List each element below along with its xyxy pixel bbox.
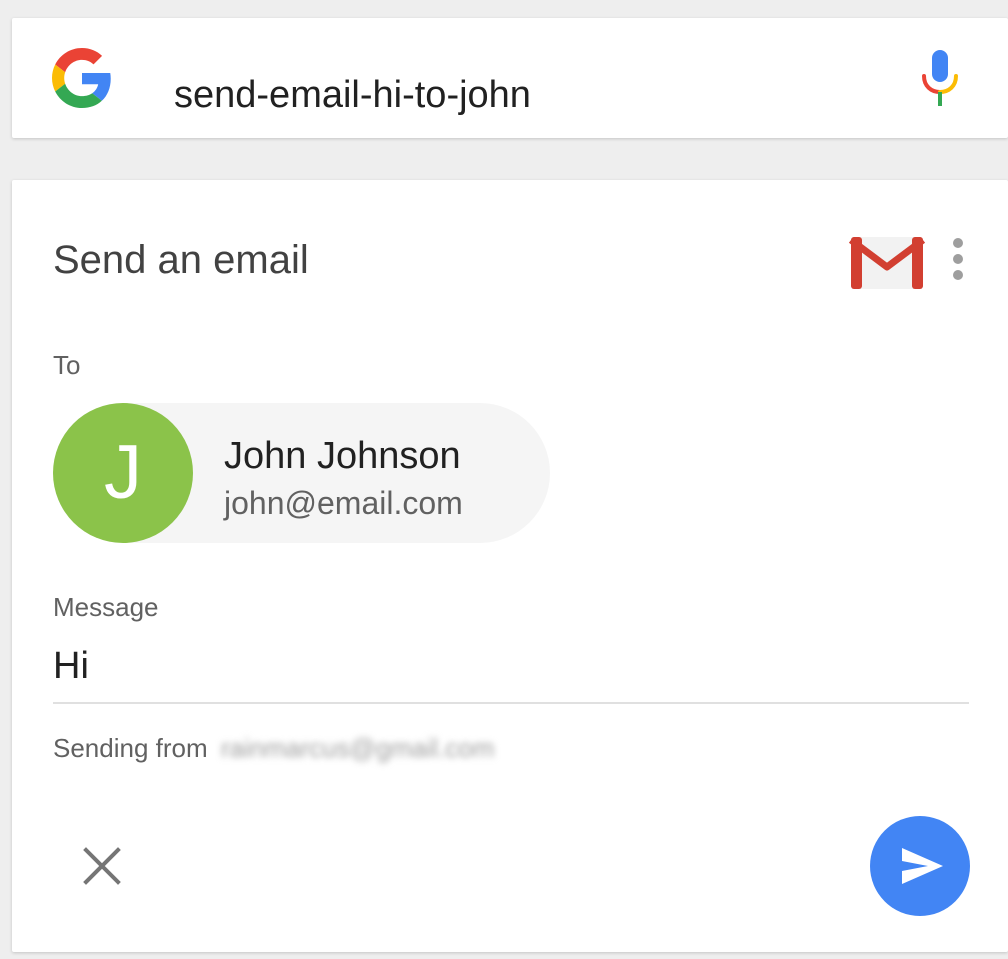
send-email-card: Send an email To J John Johnson john@ema… bbox=[12, 180, 1008, 952]
to-label: To bbox=[53, 350, 81, 380]
microphone-button[interactable] bbox=[918, 50, 962, 110]
microphone-icon bbox=[922, 50, 958, 106]
gmail-icon bbox=[848, 237, 926, 289]
cancel-button[interactable] bbox=[76, 840, 128, 892]
send-icon bbox=[902, 848, 943, 884]
message-input[interactable] bbox=[53, 630, 969, 704]
recipient-email: john@email.com bbox=[224, 485, 463, 521]
google-g-icon bbox=[52, 48, 111, 108]
search-query-text[interactable]: send-email-hi-to-john bbox=[174, 76, 531, 114]
avatar: J bbox=[53, 403, 193, 543]
recipient-name: John Johnson bbox=[224, 435, 461, 477]
sending-from-label: Sending from bbox=[53, 733, 208, 763]
card-title: Send an email bbox=[53, 238, 309, 282]
close-icon bbox=[83, 847, 121, 885]
sender-email: rainmarcus@gmail.com bbox=[220, 733, 495, 763]
send-button[interactable] bbox=[870, 816, 970, 916]
message-label: Message bbox=[53, 592, 159, 622]
sending-from-line: Sending from rainmarcus@gmail.com bbox=[53, 735, 494, 761]
more-vert-icon bbox=[953, 238, 963, 280]
search-bar[interactable]: send-email-hi-to-john bbox=[12, 18, 1008, 138]
gmail-app-button[interactable] bbox=[848, 232, 926, 290]
more-options-button[interactable] bbox=[940, 234, 976, 284]
recipient-chip[interactable]: J John Johnson john@email.com bbox=[53, 403, 550, 543]
